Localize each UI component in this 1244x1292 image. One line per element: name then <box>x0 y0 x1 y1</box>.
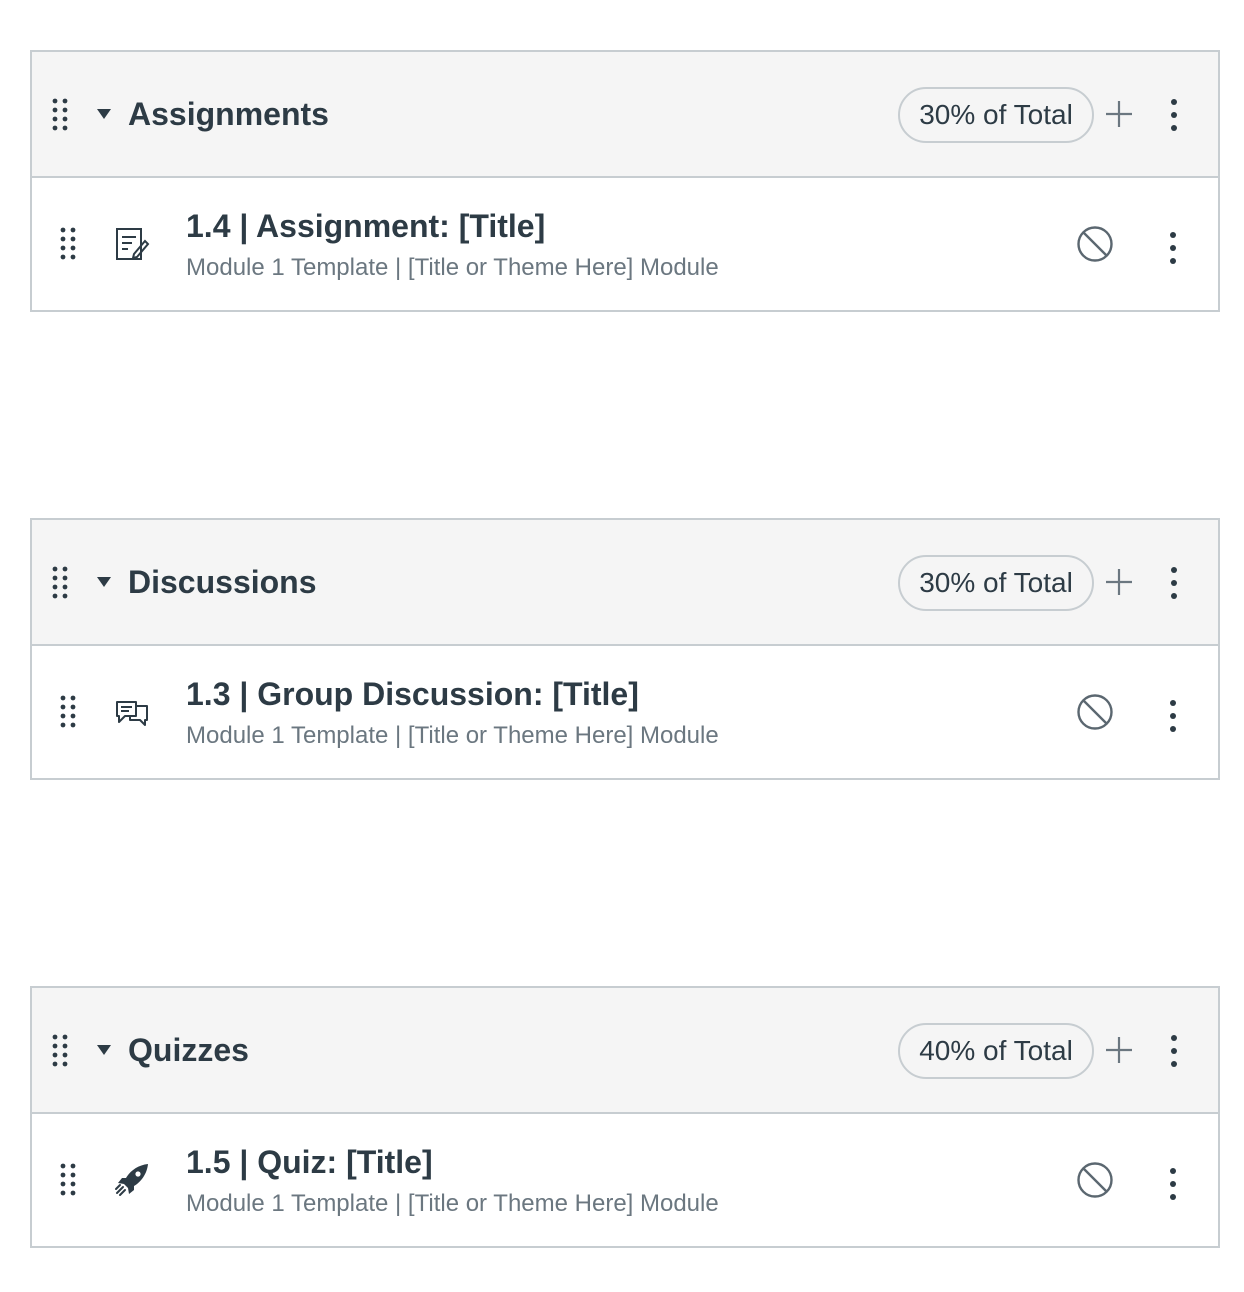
unpublished-icon[interactable] <box>1076 1161 1114 1199</box>
unpublished-icon[interactable] <box>1076 225 1114 263</box>
group-header: Discussions 30% of Total <box>32 520 1218 646</box>
add-assignment-button[interactable] <box>1102 1033 1136 1067</box>
drag-handle-icon[interactable] <box>50 97 70 133</box>
group-header: Assignments 30% of Total <box>32 52 1218 178</box>
drag-handle-icon[interactable] <box>58 226 78 262</box>
group-title: Quizzes <box>128 1032 249 1068</box>
assignment-module-label: Module 1 Template | [Title or Theme Here… <box>186 254 719 281</box>
assignment-title-link[interactable]: 1.5 | Quiz: [Title] <box>186 1142 433 1182</box>
assignment-options-icon[interactable] <box>1165 1167 1181 1201</box>
unpublished-icon[interactable] <box>1076 693 1114 731</box>
group-header: Quizzes 40% of Total <box>32 988 1218 1114</box>
assignment-options-icon[interactable] <box>1165 699 1181 733</box>
assignment-group-quizzes: Quizzes 40% of Total 1.5 | Quiz: [Title]… <box>30 986 1220 1248</box>
group-title: Discussions <box>128 564 317 600</box>
assignment-title-link[interactable]: 1.3 | Group Discussion: [Title] <box>186 674 639 714</box>
group-weight-badge[interactable]: 40% of Total <box>898 1023 1094 1079</box>
assignment-row[interactable]: 1.4 | Assignment: [Title] Module 1 Templ… <box>32 178 1218 310</box>
group-options-icon[interactable] <box>1166 1034 1182 1068</box>
drag-handle-icon[interactable] <box>58 694 78 730</box>
add-assignment-button[interactable] <box>1102 97 1136 131</box>
assignment-group-assignments: Assignments 30% of Total 1.4 | Assignmen… <box>30 50 1220 312</box>
collapse-caret-icon[interactable] <box>96 1043 112 1061</box>
assignment-row[interactable]: 1.5 | Quiz: [Title] Module 1 Template | … <box>32 1114 1218 1246</box>
assignment-icon <box>114 226 150 262</box>
collapse-caret-icon[interactable] <box>96 107 112 125</box>
assignment-row[interactable]: 1.3 | Group Discussion: [Title] Module 1… <box>32 646 1218 778</box>
assignment-title-link[interactable]: 1.4 | Assignment: [Title] <box>186 206 545 246</box>
group-weight-badge[interactable]: 30% of Total <box>898 555 1094 611</box>
drag-handle-icon[interactable] <box>58 1162 78 1198</box>
assignment-module-label: Module 1 Template | [Title or Theme Here… <box>186 722 719 749</box>
group-title: Assignments <box>128 96 329 132</box>
assignment-options-icon[interactable] <box>1165 231 1181 265</box>
group-weight-badge[interactable]: 30% of Total <box>898 87 1094 143</box>
collapse-caret-icon[interactable] <box>96 575 112 593</box>
add-assignment-button[interactable] <box>1102 565 1136 599</box>
drag-handle-icon[interactable] <box>50 565 70 601</box>
discussion-icon <box>114 694 150 730</box>
drag-handle-icon[interactable] <box>50 1033 70 1069</box>
assignment-group-discussions: Discussions 30% of Total 1.3 | Group Dis… <box>30 518 1220 780</box>
assignment-module-label: Module 1 Template | [Title or Theme Here… <box>186 1190 719 1217</box>
quiz-rocket-icon <box>114 1162 150 1198</box>
group-options-icon[interactable] <box>1166 98 1182 132</box>
group-options-icon[interactable] <box>1166 566 1182 600</box>
